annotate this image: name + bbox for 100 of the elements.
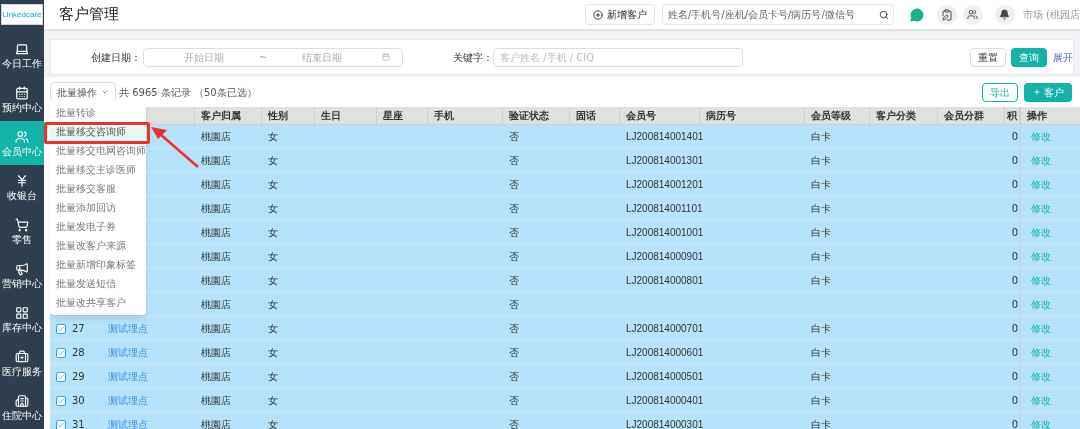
customer-name-link[interactable]: 测试埋点 — [108, 419, 148, 429]
user-name[interactable]: 市场 (桃园店 — [1022, 7, 1080, 22]
column-header: 生日 — [320, 109, 341, 123]
table-cell: 女 — [268, 251, 278, 262]
table-cell: LJ200814001201 — [626, 179, 704, 190]
batch-operation-dropdown[interactable]: 批量操作 — [50, 82, 116, 102]
table-cell: 桃園店 — [201, 227, 231, 238]
table-cell: 女 — [268, 371, 278, 382]
sidebar-item[interactable]: 营销中心 — [0, 253, 44, 297]
sidebar-item[interactable]: 医疗服务 — [0, 341, 44, 385]
table-cell: 白卡 — [811, 179, 831, 190]
add-customer-button[interactable]: 客户 — [1024, 82, 1072, 102]
customer-name-link[interactable]: 测试埋点 — [108, 347, 148, 358]
chat-icon[interactable] — [909, 7, 924, 22]
query-button[interactable]: 查询 — [1011, 47, 1047, 67]
table-cell: LJ200814000601 — [626, 347, 704, 358]
menu-item[interactable]: 批量改客户来源 — [50, 236, 146, 255]
menu-item[interactable]: 批量转诊 — [50, 103, 146, 122]
cart-icon — [15, 217, 29, 232]
caret-icon — [101, 88, 109, 96]
users-button[interactable] — [962, 4, 983, 25]
check-icon — [57, 348, 65, 357]
table-cell: LJ200814000801 — [626, 275, 704, 286]
column-header: 会员分群 — [943, 109, 984, 123]
table-cell: 白卡 — [811, 323, 831, 334]
table-cell: 女 — [268, 203, 278, 214]
menu-item[interactable]: 批量改共享客户 — [50, 293, 146, 312]
sidebar-item[interactable]: 零售 — [0, 209, 44, 253]
table-cell: 桃園店 — [201, 251, 231, 262]
column-header: 会员等级 — [810, 109, 851, 123]
table-cell: 否 — [509, 371, 519, 382]
table-cell: 桃園店 — [201, 131, 231, 142]
sidebar-item[interactable]: 收银台 — [0, 165, 44, 209]
customer-name-link[interactable]: 测试埋点 — [108, 371, 148, 382]
grid-icon — [15, 305, 29, 320]
edit-link[interactable]: 修改 — [1031, 321, 1051, 336]
check-icon — [57, 396, 65, 405]
new-customer-button[interactable]: 新增客户 — [584, 4, 655, 25]
table-cell: 女 — [268, 155, 278, 166]
table-cell-text: 0 — [1011, 154, 1019, 168]
menu-item[interactable]: 批量发送短信 — [50, 274, 146, 293]
edit-link[interactable]: 修改 — [1031, 369, 1051, 384]
sidebar-item[interactable]: 库存中心 — [0, 297, 44, 341]
row-checkbox[interactable] — [56, 371, 66, 382]
edit-link[interactable]: 修改 — [1031, 177, 1051, 192]
edit-link[interactable]: 修改 — [1031, 249, 1051, 264]
table-cell: 桃園店 — [201, 203, 231, 214]
column-header: 手机 — [433, 109, 454, 123]
edit-link[interactable]: 修改 — [1031, 273, 1051, 288]
edit-link[interactable]: 修改 — [1031, 201, 1051, 216]
table-cell: 桃園店 — [201, 371, 231, 382]
menu-item[interactable]: 批量移交客服 — [50, 179, 146, 198]
edit-link[interactable]: 修改 — [1031, 153, 1051, 168]
table-cell: 女 — [268, 395, 278, 406]
menu-item[interactable]: 批量新增印象标签 — [50, 255, 146, 274]
customer-name-link[interactable]: 测试埋点 — [108, 323, 148, 334]
check-icon — [57, 420, 65, 429]
menu-item[interactable]: 批量添加回访 — [50, 198, 146, 217]
customer-name-link[interactable]: 测试埋点 — [108, 395, 148, 406]
sidebar-item[interactable]: 会员中心 — [0, 121, 44, 165]
sidebar-item[interactable]: 预约中心 — [0, 77, 44, 121]
export-button[interactable]: 导出 — [982, 82, 1018, 102]
field-label: 关键字： — [453, 50, 493, 65]
table-cell: 女 — [268, 323, 278, 334]
edit-link[interactable]: 修改 — [1031, 129, 1051, 144]
table-cell: LJ200814001101 — [626, 203, 703, 214]
search-field[interactable]: 姓名/手机号/座机/会员卡号/病历号/微信号 — [661, 4, 894, 25]
row-checkbox[interactable] — [56, 419, 66, 429]
column-header: 客户归属 — [200, 109, 241, 123]
notification-button[interactable] — [994, 4, 1015, 25]
add-icon — [592, 9, 603, 20]
menu-item[interactable]: 批量移交电网咨询师 — [50, 141, 146, 160]
calendar-icon — [382, 53, 390, 61]
page-title: 客户管理 — [59, 4, 119, 26]
record-count: 共 6965 条记录 （50条已选） — [119, 85, 257, 100]
edit-link[interactable]: 修改 — [1031, 345, 1051, 360]
menu-item[interactable]: 批量发电子券 — [50, 217, 146, 236]
table-cell: 白卡 — [811, 227, 831, 238]
laptop-icon — [15, 41, 29, 56]
table-cell: 白卡 — [811, 251, 831, 262]
date-range-field[interactable]: 开始日期 ~ 结束日期 — [143, 47, 403, 67]
table-cell-text: 0 — [1011, 202, 1019, 216]
sidebar-item[interactable]: 今日工作 — [0, 33, 44, 77]
column-header: 固话 — [575, 109, 596, 123]
row-checkbox[interactable] — [56, 323, 66, 334]
expand-link[interactable]: 展开 — [1053, 49, 1073, 65]
edit-link[interactable]: 修改 — [1031, 417, 1051, 429]
keyword-field[interactable]: 客户姓名 /手机 / CIQ — [493, 47, 743, 67]
menu-item[interactable]: 批量移交主诊医师 — [50, 160, 146, 179]
reset-button[interactable]: 重置 — [970, 47, 1006, 67]
edit-link[interactable]: 修改 — [1031, 225, 1051, 240]
sidebar-item[interactable]: 住院中心 — [0, 385, 44, 429]
edit-link[interactable]: 修改 — [1031, 393, 1051, 408]
row-checkbox[interactable] — [56, 347, 66, 358]
table-cell: 桃園店 — [201, 275, 231, 286]
clipboard-button[interactable] — [936, 4, 957, 25]
row-checkbox[interactable] — [56, 395, 66, 406]
column-header: 病历号 — [705, 109, 736, 123]
search-icon[interactable] — [878, 9, 889, 20]
edit-link[interactable]: 修改 — [1031, 297, 1051, 312]
